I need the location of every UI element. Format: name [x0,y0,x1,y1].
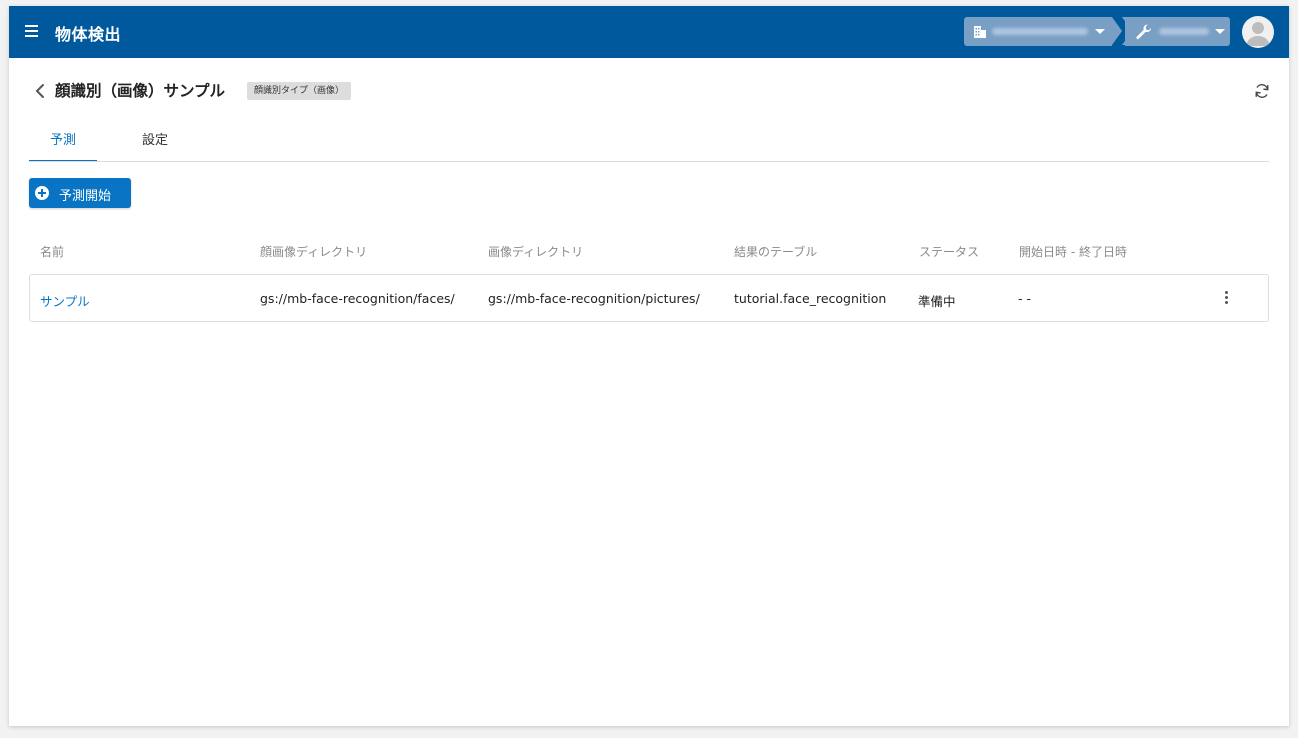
organization-selector[interactable] [964,17,1112,46]
app-bar: 物体検出 [9,6,1289,58]
column-header-name: 名前 [40,245,65,259]
user-icon [1246,22,1270,46]
tab-predict[interactable]: 予測 [29,132,97,162]
column-header-period: 開始日時 - 終了日時 [1019,245,1127,259]
chevron-down-icon [1215,29,1225,34]
wrench-icon [1136,24,1151,40]
status-cell: 準備中 [918,294,956,309]
period-cell: - - [1018,291,1031,306]
breadcrumb-separator [1112,17,1122,45]
add-circle-icon [35,186,49,200]
avatar[interactable] [1242,16,1274,48]
start-prediction-button[interactable]: 予測開始 [29,178,131,208]
type-badge: 顔識別タイプ（画像） [247,82,352,100]
refresh-icon [1255,84,1269,98]
result-table-cell: tutorial.face_recognition [734,291,887,306]
chevron-down-icon [1095,29,1105,34]
column-header-result-table: 結果のテーブル [734,245,818,259]
column-header-image-dir: 画像ディレクトリ [488,245,584,259]
more-vert-icon[interactable] [1222,291,1230,307]
refresh-button[interactable] [1253,82,1271,100]
tab-settings[interactable]: 設定 [121,132,189,162]
page-title: 顔識別（画像）サンプル [55,82,226,100]
project-name-redacted [1159,28,1209,35]
organization-name-redacted [992,28,1088,35]
app-title: 物体検出 [55,25,122,44]
building-icon [974,26,986,38]
app-window: 物体検出 顔識別（画像）サンプル 顔識別タイプ（画像） 予測 設定 予測開始 名… [9,6,1289,726]
back-button[interactable] [33,82,49,100]
project-selector[interactable] [1125,17,1230,46]
hamburger-icon[interactable] [23,22,41,42]
column-header-status: ステータス [919,245,980,259]
face-dir-cell: gs://mb-face-recognition/faces/ [260,291,455,306]
chevron-left-icon [35,84,44,98]
table-row: サンプル gs://mb-face-recognition/faces/ gs:… [29,274,1269,322]
column-header-face-dir: 顔画像ディレクトリ [260,245,368,259]
start-prediction-label: 予測開始 [59,189,112,204]
prediction-name-link[interactable]: サンプル [40,291,90,310]
image-dir-cell: gs://mb-face-recognition/pictures/ [488,291,700,306]
tabs-divider [29,161,1269,162]
